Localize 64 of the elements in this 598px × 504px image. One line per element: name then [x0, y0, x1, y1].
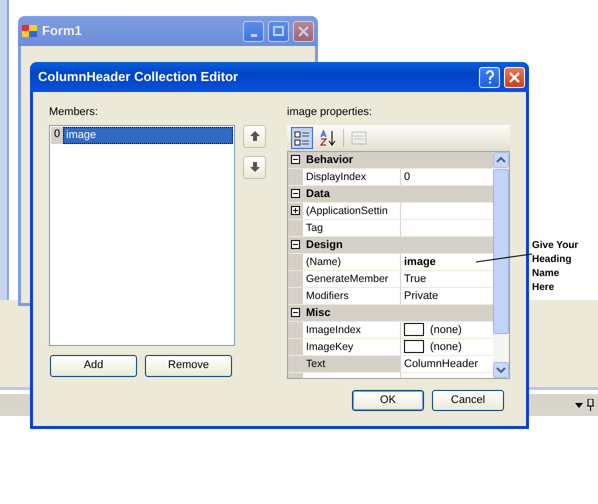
property-value[interactable]: (none) — [430, 338, 462, 354]
member-item[interactable]: image — [63, 126, 233, 144]
toolbar-button[interactable] — [291, 126, 313, 148]
property-value[interactable]: True — [404, 270, 426, 286]
move-down-button[interactable] — [243, 156, 266, 178]
close-button[interactable] — [293, 20, 314, 42]
leader-line — [476, 253, 532, 263]
sort-icon — [320, 130, 336, 146]
pin-icon[interactable] — [587, 399, 594, 411]
category-name: Data — [305, 186, 331, 202]
collapse-icon[interactable] — [291, 308, 300, 317]
image-swatch — [404, 323, 424, 336]
category-name: Behavior — [305, 152, 354, 168]
expand-icon[interactable] — [291, 206, 300, 215]
property-name[interactable]: DisplayIndex — [303, 168, 401, 184]
properties-label: image properties: — [287, 105, 373, 120]
minimize-icon — [250, 34, 256, 36]
maximize-button[interactable] — [268, 20, 289, 42]
property-name[interactable]: GenerateMember — [303, 270, 401, 286]
form-icon — [22, 24, 38, 38]
property-pages-icon — [351, 130, 367, 146]
property-value[interactable]: (none) — [430, 322, 462, 338]
categorized-icon — [294, 130, 310, 146]
property-name[interactable]: Tag — [303, 220, 401, 236]
property-value[interactable]: ColumnHeader — [404, 356, 478, 372]
category-name: Misc — [305, 306, 332, 320]
window-title: Form1 — [42, 22, 83, 40]
property-name[interactable]: (Name) — [303, 254, 401, 270]
arrow-down-icon — [250, 162, 260, 172]
add-button[interactable]: Add — [50, 354, 137, 376]
remove-button[interactable]: Remove — [145, 354, 232, 376]
close-button[interactable] — [504, 66, 525, 88]
dropdown-arrow-icon[interactable] — [575, 402, 583, 408]
annotation-text: Give Your Heading Name Here — [532, 239, 578, 295]
property-value[interactable]: Private — [404, 288, 438, 304]
collapse-icon[interactable] — [291, 189, 300, 198]
property-name[interactable]: (ApplicationSettin — [303, 202, 401, 218]
property-name[interactable]: Modifiers — [303, 288, 401, 304]
help-button[interactable] — [479, 66, 500, 88]
arrow-up-icon — [250, 131, 260, 141]
image-swatch — [404, 340, 424, 353]
scroll-down-icon[interactable] — [493, 362, 509, 378]
property-name[interactable]: ImageIndex — [303, 322, 401, 338]
scroll-up-icon[interactable] — [493, 152, 509, 168]
property-value[interactable]: image — [404, 254, 436, 270]
cancel-button[interactable]: Cancel — [432, 390, 504, 410]
maximize-icon — [273, 26, 284, 36]
property-name[interactable]: Text — [303, 356, 401, 372]
scroll-bar[interactable] — [493, 152, 509, 378]
window-title: ColumnHeader Collection Editor — [38, 68, 240, 86]
move-up-button[interactable] — [243, 124, 266, 148]
collapse-icon[interactable] — [291, 155, 300, 164]
members-label: Members: — [49, 105, 99, 120]
minimize-button[interactable] — [243, 20, 264, 42]
property-name[interactable]: ImageKey — [303, 338, 401, 354]
close-icon — [509, 72, 520, 82]
ok-button[interactable]: OK — [352, 390, 424, 410]
property-value[interactable]: 0 — [404, 168, 410, 184]
category-name: Design — [305, 238, 344, 252]
scroll-thumb[interactable] — [493, 168, 509, 334]
close-icon — [298, 26, 309, 36]
index-label: 0 — [51, 126, 64, 144]
collapse-icon[interactable] — [291, 240, 300, 249]
help-icon — [484, 70, 494, 84]
